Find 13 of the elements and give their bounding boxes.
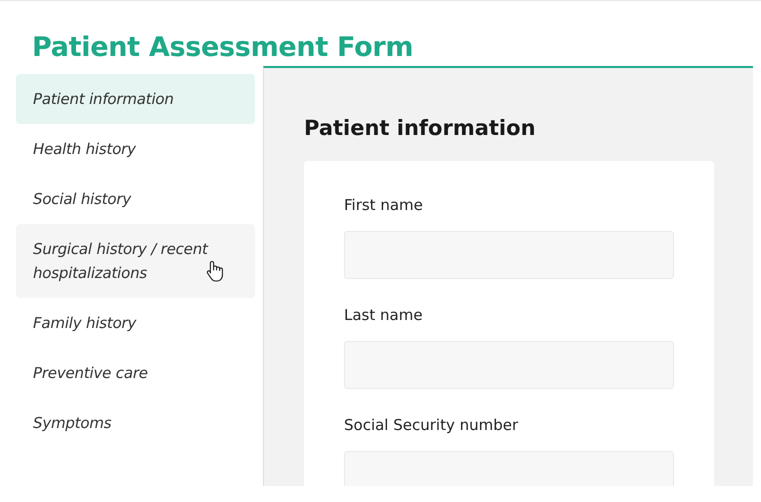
sidebar-item[interactable]: Family history <box>16 298 255 348</box>
sidebar-item[interactable]: Symptoms <box>16 398 255 448</box>
sidebar-item[interactable]: Surgical history / recent hospitalizations <box>16 224 255 298</box>
sidebar-item[interactable]: Patient information <box>16 74 255 124</box>
page-title: Patient Assessment Form <box>31 31 414 65</box>
section-heading: Patient information <box>304 116 537 140</box>
sidebar-item[interactable]: Preventive care <box>16 348 255 398</box>
field-label: Social Security number <box>344 416 518 434</box>
field-label: First name <box>344 196 423 214</box>
sidebar-item[interactable]: Social history <box>16 174 255 224</box>
sidebar-item[interactable]: Health history <box>16 124 255 174</box>
field-label: Last name <box>344 306 423 324</box>
hand-cursor-icon <box>206 260 224 282</box>
